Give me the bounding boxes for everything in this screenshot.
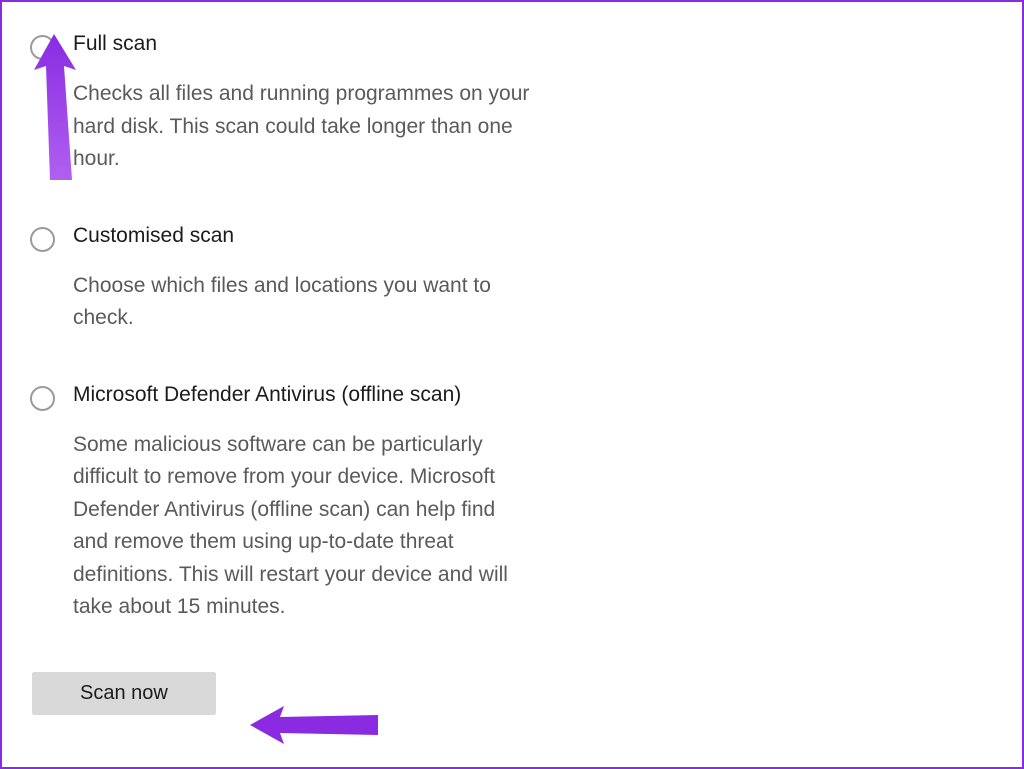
option-description: Some malicious software can be particula… xyxy=(73,429,533,624)
radio-customised-scan[interactable] xyxy=(30,227,55,252)
option-title: Full scan xyxy=(73,32,533,56)
option-title: Customised scan xyxy=(73,224,533,248)
option-description: Checks all files and running programmes … xyxy=(73,78,533,176)
scan-now-button[interactable]: Scan now xyxy=(32,672,216,715)
option-description: Choose which files and locations you wan… xyxy=(73,270,533,335)
option-offline-scan: Microsoft Defender Antivirus (offline sc… xyxy=(30,383,994,624)
option-full-scan: Full scan Checks all files and running p… xyxy=(30,32,994,176)
radio-offline-scan[interactable] xyxy=(30,386,55,411)
radio-full-scan[interactable] xyxy=(30,35,55,60)
option-title: Microsoft Defender Antivirus (offline sc… xyxy=(73,383,533,407)
option-customised-scan: Customised scan Choose which files and l… xyxy=(30,224,994,335)
